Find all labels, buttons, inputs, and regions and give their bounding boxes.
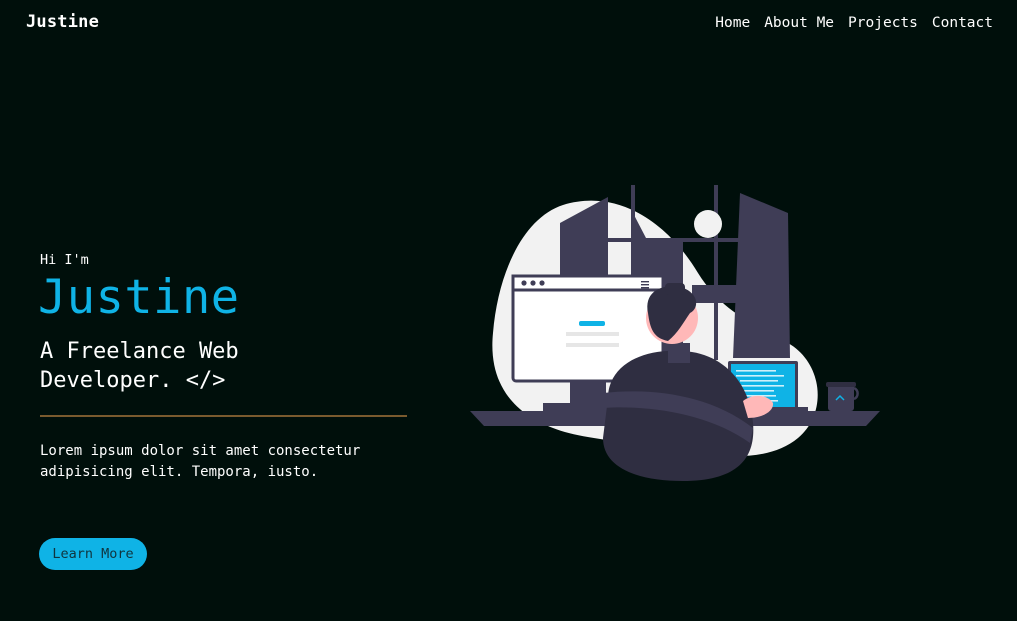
building-shape-right xyxy=(733,193,790,358)
learn-more-button[interactable]: Learn More xyxy=(39,538,147,570)
hero-tagline: A Freelance Web Developer. </> xyxy=(40,339,239,393)
nav-link-contact[interactable]: Contact xyxy=(932,15,993,31)
page: Justine Home About Me Projects Contact H… xyxy=(0,0,1017,621)
nav-link-projects[interactable]: Projects xyxy=(848,15,918,31)
hero-name: Justine xyxy=(38,270,240,325)
window-frame-bar xyxy=(608,238,743,242)
developer-illustration xyxy=(470,185,880,481)
main-nav: Home About Me Projects Contact xyxy=(715,15,993,31)
coffee-cup-icon xyxy=(826,382,859,411)
shelf-shape xyxy=(692,285,742,303)
window-frame-right xyxy=(714,185,718,360)
nav-link-about-me[interactable]: About Me xyxy=(764,15,834,31)
hero-greeting: Hi I'm xyxy=(40,252,89,268)
nav-link-home[interactable]: Home xyxy=(715,15,750,31)
hero-description: Lorem ipsum dolor sit amet consectetur a… xyxy=(40,443,361,480)
site-logo[interactable]: Justine xyxy=(26,12,99,32)
hero-divider xyxy=(40,415,407,417)
moon-shape xyxy=(694,210,722,238)
